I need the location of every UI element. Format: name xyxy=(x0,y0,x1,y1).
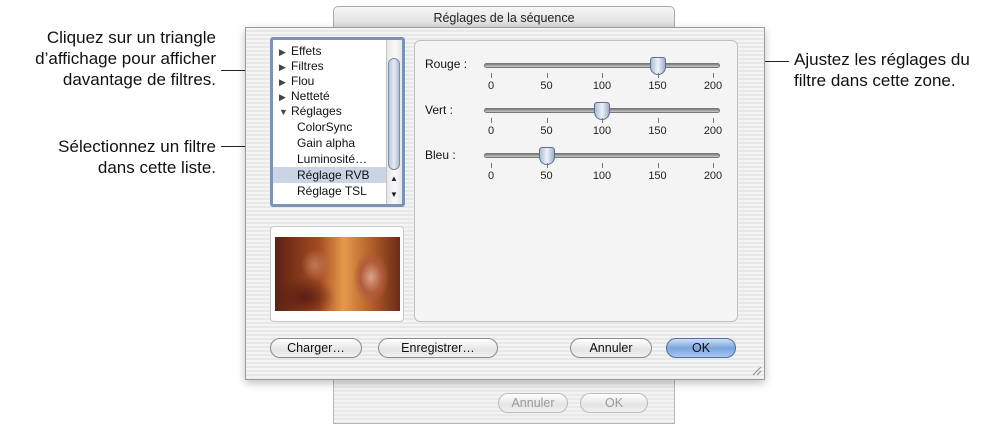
slider-tick-label: 0 xyxy=(487,80,495,92)
list-item-colorsync[interactable]: ColorSync xyxy=(297,119,352,135)
callout-triangle-line-2: d’affichage pour afficher xyxy=(35,49,216,68)
callout-triangle-line-3: davantage de filtres. xyxy=(62,70,216,89)
list-item-label: Flou xyxy=(291,74,315,88)
slider-tick-label: 150 xyxy=(648,125,667,137)
slider-tick xyxy=(491,163,492,168)
list-item-gain-alpha[interactable]: Gain alpha xyxy=(297,135,355,151)
slider-label-vert: Vert : xyxy=(425,103,454,117)
background-ok-button: OK xyxy=(580,393,648,413)
callout-zone: Ajustez les réglages du filtre dans cett… xyxy=(794,49,992,91)
slider-tick xyxy=(657,118,659,123)
list-item-reglages[interactable]: ▼ Réglages xyxy=(279,103,342,119)
slider-tick xyxy=(713,73,714,78)
list-item-label: Réglages xyxy=(291,104,342,118)
callout-liste-line-2: dans cette liste. xyxy=(97,158,216,177)
slider-tick-label: 0 xyxy=(487,170,495,182)
filter-settings-panel xyxy=(414,40,738,322)
slider-tick xyxy=(602,73,603,78)
load-button[interactable]: Charger… xyxy=(270,338,362,358)
list-item-reglage-rvb-selected[interactable]: Réglage RVB xyxy=(273,167,386,183)
slider-tick-label: 200 xyxy=(703,125,723,137)
slider-tick xyxy=(602,163,603,168)
ok-button[interactable]: OK xyxy=(666,338,736,358)
filter-list[interactable]: ▶ Effets ▶ Filtres ▶ Flou ▶ Netteté ▼ Réglage… xyxy=(270,37,405,207)
resize-grip-icon[interactable] xyxy=(750,364,762,376)
window-title: Réglages de la séquence xyxy=(333,6,675,28)
cancel-button[interactable]: Annuler xyxy=(570,338,652,358)
list-item-label: Filtres xyxy=(291,59,324,73)
slider-tick-label: 150 xyxy=(648,80,667,92)
background-cancel-button: Annuler xyxy=(498,393,568,413)
callout-zone-line-2: filtre dans cette zone. xyxy=(794,71,956,90)
slider-tick xyxy=(546,163,548,168)
callout-liste: Sélectionnez un filtre dans cette liste. xyxy=(0,136,216,178)
callout-zone-line-1: Ajustez les réglages du xyxy=(794,50,970,69)
slider-tick-label: 0 xyxy=(487,125,495,137)
list-item-reglage-tsl[interactable]: Réglage TSL xyxy=(297,183,367,199)
slider-tick-label: 50 xyxy=(540,125,553,137)
slider-tick-label: 50 xyxy=(540,80,553,92)
slider-tick xyxy=(713,118,714,123)
slider-tick-label: 100 xyxy=(592,125,612,137)
slider-tick-label: 100 xyxy=(592,80,612,92)
slider-tick xyxy=(657,163,659,168)
slider-label-bleu: Bleu : xyxy=(425,148,456,162)
filter-list-scroll-thumb[interactable] xyxy=(388,58,400,170)
slider-tick xyxy=(713,163,714,168)
callout-triangle-line-1: Cliquez sur un triangle xyxy=(46,28,216,47)
disclosure-triangle-open-icon[interactable]: ▼ xyxy=(279,104,291,120)
preview-image xyxy=(275,237,400,311)
slider-tick xyxy=(602,118,603,123)
slider-tick xyxy=(546,73,548,78)
slider-label-rouge: Rouge : xyxy=(425,57,468,71)
slider-tick-label: 150 xyxy=(648,170,667,182)
slider-tick-label: 100 xyxy=(592,170,612,182)
callout-triangle: Cliquez sur un triangle d’affichage pour… xyxy=(0,27,216,90)
list-item-label: Netteté xyxy=(291,89,330,103)
save-button[interactable]: Enregistrer… xyxy=(378,338,498,358)
slider-tick xyxy=(546,118,548,123)
triangle-up-icon[interactable]: ▲ xyxy=(388,172,400,186)
slider-track-rouge[interactable] xyxy=(484,63,720,68)
slider-tick-label: 200 xyxy=(703,170,723,182)
slider-tick xyxy=(491,118,492,123)
callout-liste-line-1: Sélectionnez un filtre xyxy=(58,137,216,156)
list-item-luminosite[interactable]: Luminosité… xyxy=(297,151,367,167)
list-item-flou[interactable]: ▶ Flou xyxy=(279,73,314,89)
slider-tick-label: 50 xyxy=(540,170,553,182)
slider-tick xyxy=(657,73,659,78)
list-item-nettete[interactable]: ▶ Netteté xyxy=(279,88,330,104)
triangle-down-icon[interactable]: ▼ xyxy=(388,188,400,202)
list-item-label: Effets xyxy=(291,44,322,58)
list-item-filtres[interactable]: ▶ Filtres xyxy=(279,58,324,74)
slider-track-bleu[interactable] xyxy=(484,153,720,158)
slider-tick-label: 200 xyxy=(703,80,723,92)
slider-tick xyxy=(491,73,492,78)
list-item-effets[interactable]: ▶ Effets xyxy=(279,43,321,59)
